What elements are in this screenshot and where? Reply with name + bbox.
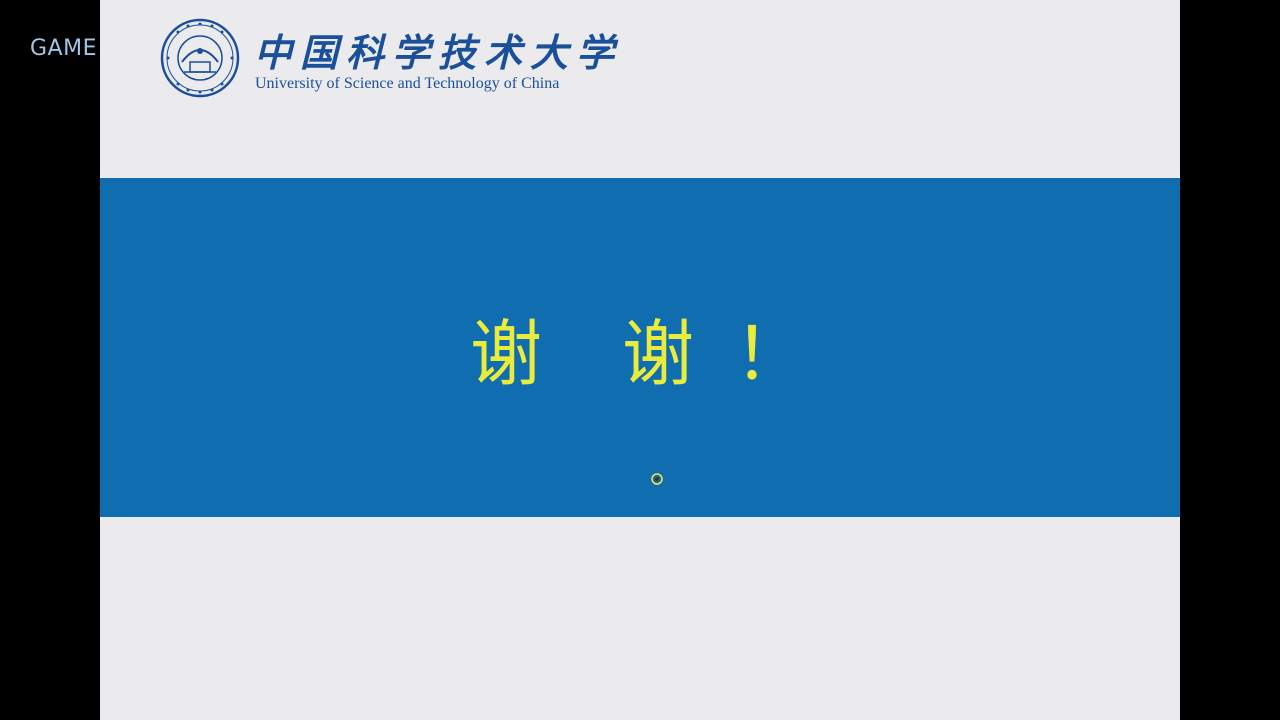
screen: GAME 中国科学技术大学 University of Science and … bbox=[0, 0, 1280, 720]
thanks-char-2: 谢 bbox=[622, 312, 695, 396]
thanks-title: 谢谢！ bbox=[470, 318, 806, 390]
university-name-chinese: 中国科学技术大学 bbox=[254, 30, 623, 75]
exclamation-mark: ！ bbox=[734, 312, 807, 396]
title-band: 谢谢 ！ bbox=[100, 178, 1180, 517]
slide-header: 中国科学技术大学 University of Science and Techn… bbox=[100, 0, 1180, 178]
university-name-english: University of Science and Technology of … bbox=[255, 75, 560, 92]
laser-pointer-icon bbox=[650, 472, 664, 486]
university-seal-icon bbox=[160, 18, 240, 98]
presentation-slide: 中国科学技术大学 University of Science and Techn… bbox=[100, 0, 1180, 720]
thanks-char-1: 谢 bbox=[470, 312, 543, 396]
overlay-tag: GAME bbox=[30, 36, 97, 61]
